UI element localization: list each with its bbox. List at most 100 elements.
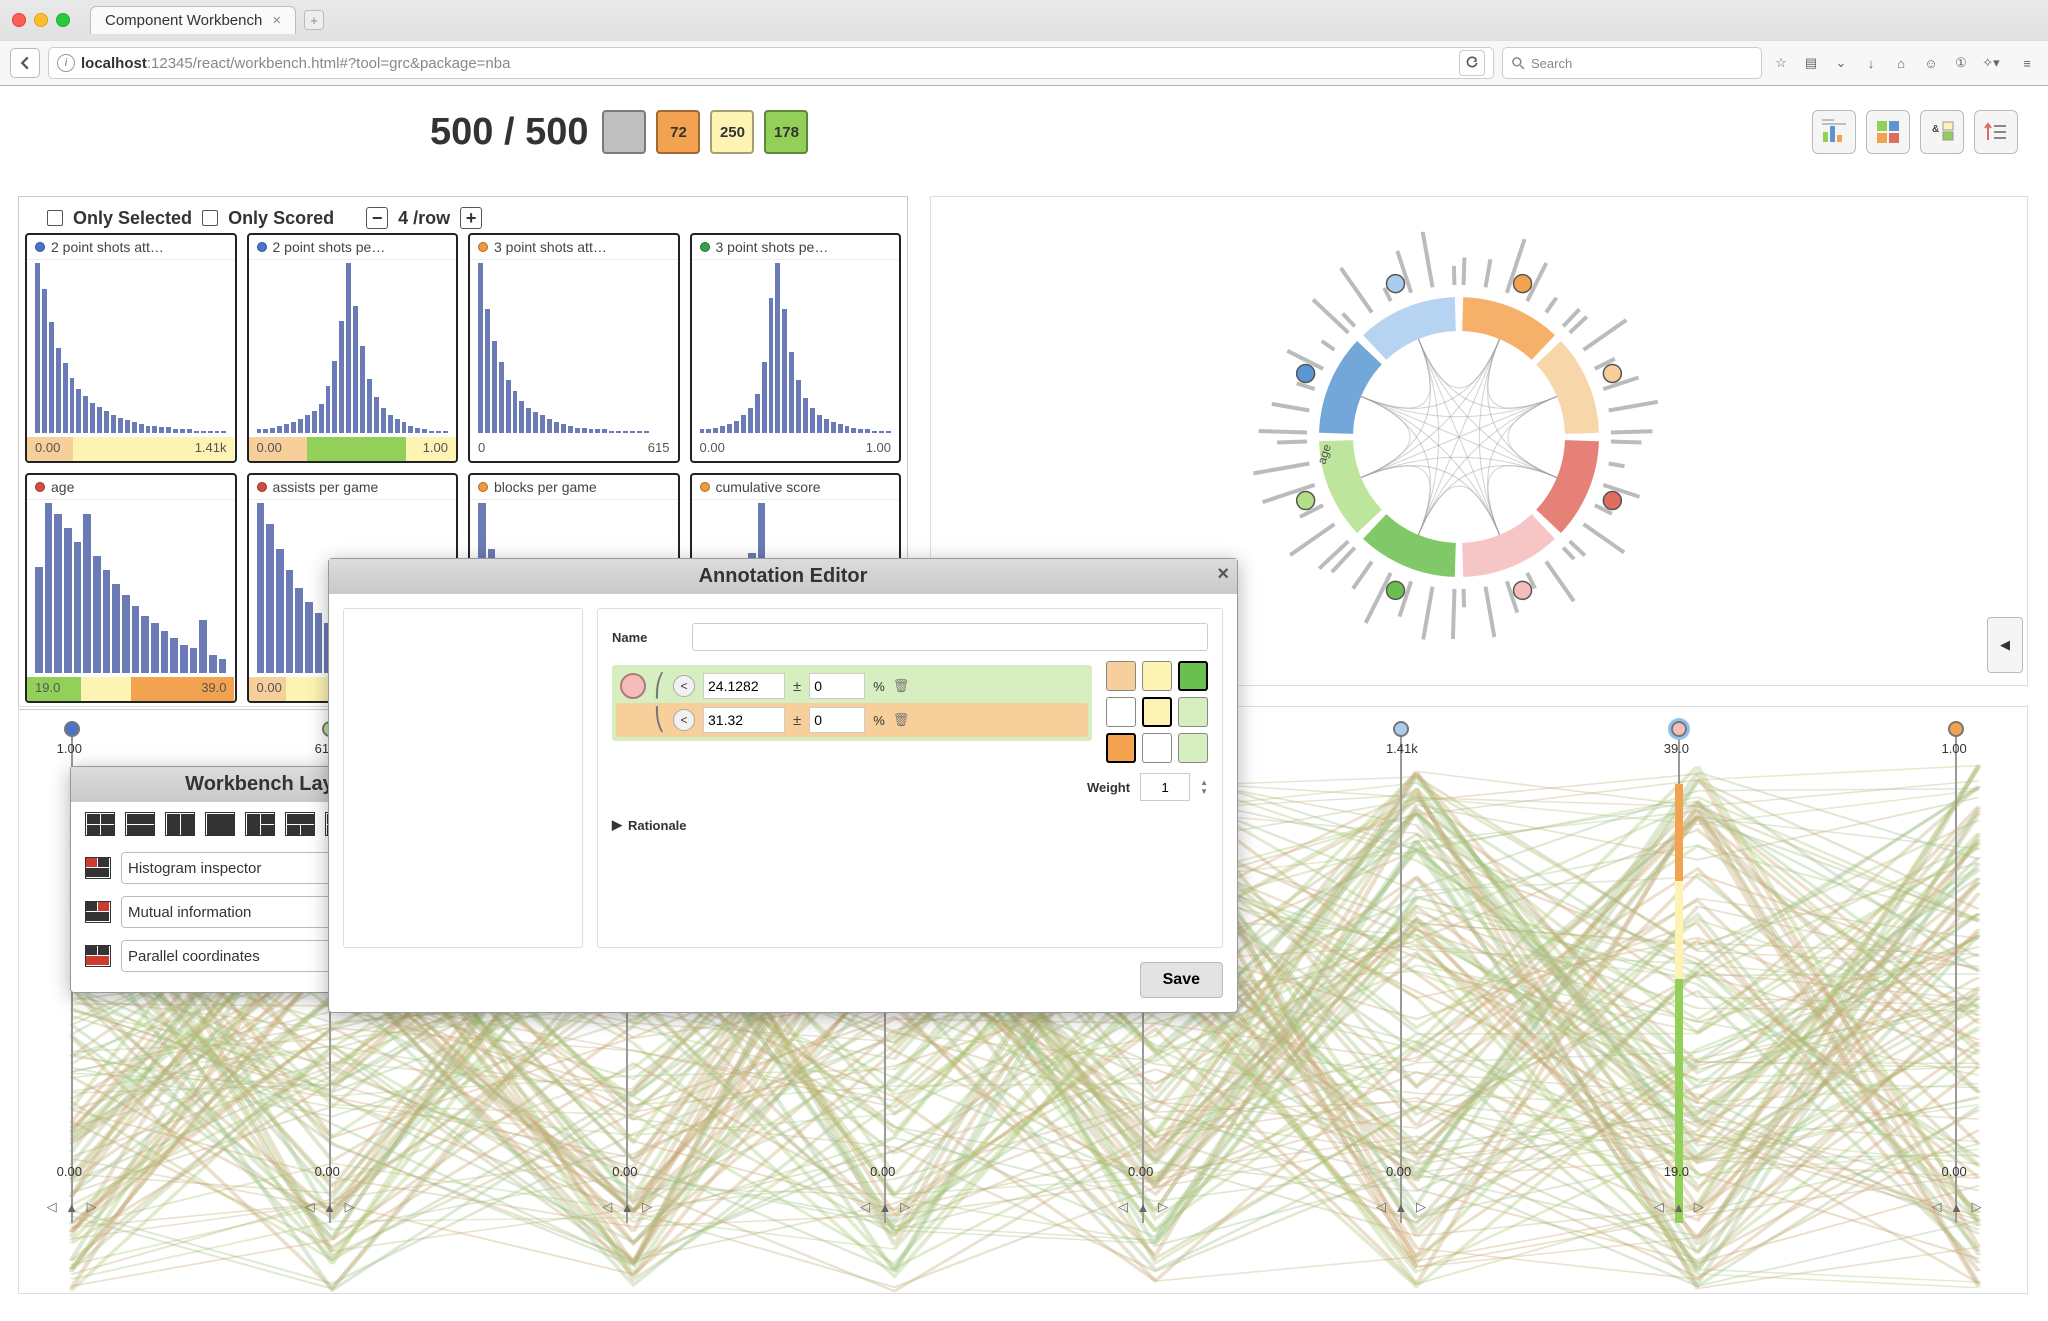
rule-value-input[interactable] — [703, 707, 785, 733]
panel-collapse-handle[interactable]: ◀ — [1987, 617, 2023, 673]
pc-axis-nav[interactable]: ◁▲▷ — [598, 1197, 656, 1217]
dialog-header[interactable]: Annotation Editor × — [329, 559, 1237, 594]
palette-swatch[interactable] — [1142, 661, 1172, 691]
pc-axis-dot[interactable] — [1393, 721, 1409, 737]
histogram-cell[interactable]: 2 point shots att…0.001.41k — [25, 233, 237, 463]
close-tab-icon[interactable]: × — [272, 12, 281, 29]
category-box-0[interactable] — [602, 110, 646, 154]
pc-axis-top-label: 39.0 — [1664, 741, 1689, 756]
weight-stepper[interactable]: ▲▼ — [1200, 778, 1208, 796]
decrease-per-row-button[interactable]: − — [366, 207, 388, 229]
rule-operator-button[interactable]: < — [673, 709, 695, 731]
rule-tolerance-input[interactable] — [809, 707, 865, 733]
layout-option[interactable] — [205, 812, 235, 836]
reload-button[interactable] — [1459, 50, 1485, 76]
tool-sort-icon[interactable] — [1974, 110, 2018, 154]
category-box-1[interactable]: 72 — [656, 110, 700, 154]
weight-input[interactable] — [1140, 773, 1190, 801]
palette-swatch[interactable] — [1106, 661, 1136, 691]
bookmark-star-icon[interactable]: ☆ — [1770, 52, 1792, 74]
slot-select-label: Histogram inspector — [128, 860, 261, 877]
tool-grid-icon[interactable] — [1866, 110, 1910, 154]
pc-axis-bottom-label: 0.00 — [1128, 1164, 1153, 1179]
histogram-cell[interactable]: age19.039.0 — [25, 473, 237, 703]
layout-option[interactable] — [245, 812, 275, 836]
pc-axis-dot[interactable] — [1948, 721, 1964, 737]
histogram-cell[interactable]: 2 point shots pe…0.001.00 — [247, 233, 459, 463]
toolbar-icons: ☆ ▤ ⌄ ↓ ⌂ ☺ ① ✧▾ ≡ — [1770, 52, 2038, 74]
pc-axis-nav[interactable]: ◁▲▷ — [1650, 1197, 1708, 1217]
view-tools: & — [1812, 110, 2018, 154]
pc-axis[interactable] — [1400, 735, 1402, 1223]
maximize-window-icon[interactable] — [56, 13, 70, 27]
pc-axis-bottom-label: 0.00 — [315, 1164, 340, 1179]
layout-option[interactable] — [165, 812, 195, 836]
annotation-list-pane[interactable] — [343, 608, 583, 948]
palette-swatch[interactable] — [1106, 697, 1136, 727]
pc-axis-nav[interactable]: ◁▲▷ — [856, 1197, 914, 1217]
search-placeholder: Search — [1531, 56, 1572, 71]
pc-axis-nav[interactable]: ◁▲▷ — [43, 1197, 101, 1217]
rationale-toggle[interactable]: ▶ Rationale — [612, 817, 1208, 833]
face-icon[interactable]: ☺ — [1920, 52, 1942, 74]
browser-tab[interactable]: Component Workbench × — [90, 6, 296, 34]
pocket-icon[interactable]: ⌄ — [1830, 52, 1852, 74]
category-box-2[interactable]: 250 — [710, 110, 754, 154]
pc-axis-bottom-label: 0.00 — [870, 1164, 895, 1179]
tool-histogram-icon[interactable] — [1812, 110, 1856, 154]
back-button[interactable] — [10, 48, 40, 78]
chord-diagram[interactable]: age — [1199, 197, 1759, 667]
pc-axis-nav[interactable]: ◁▲▷ — [1927, 1197, 1985, 1217]
minimize-window-icon[interactable] — [34, 13, 48, 27]
only-scored-checkbox[interactable] — [202, 210, 218, 226]
plus-minus-icon: ± — [793, 712, 801, 729]
addon-icon[interactable]: ✧▾ — [1980, 52, 2002, 74]
tool-annotate-icon[interactable]: & — [1920, 110, 1964, 154]
palette-swatch[interactable] — [1178, 697, 1208, 727]
increase-per-row-button[interactable]: + — [460, 207, 482, 229]
rule-row: ⎝ < ± % 🗑 — [616, 703, 1088, 737]
palette-swatch[interactable] — [1178, 733, 1208, 763]
palette-swatch[interactable] — [1142, 733, 1172, 763]
delete-rule-icon[interactable]: 🗑 — [893, 678, 910, 694]
palette-swatch[interactable] — [1142, 697, 1172, 727]
rationale-label: Rationale — [628, 818, 687, 833]
histogram-cell[interactable]: 3 point shots att…0615 — [468, 233, 680, 463]
pc-axis-top-label: 1.00 — [1941, 741, 1966, 756]
dialog-title: Annotation Editor — [699, 565, 868, 588]
weight-label: Weight — [1087, 780, 1130, 795]
svg-text:&: & — [1932, 124, 1939, 135]
delete-rule-icon[interactable]: 🗑 — [893, 712, 910, 728]
only-selected-checkbox[interactable] — [47, 210, 63, 226]
palette-swatch[interactable] — [1178, 661, 1208, 691]
reader-icon[interactable]: ▤ — [1800, 52, 1822, 74]
layout-option[interactable] — [85, 812, 115, 836]
menu-icon[interactable]: ≡ — [2016, 52, 2038, 74]
layout-option[interactable] — [285, 812, 315, 836]
palette-swatch[interactable] — [1106, 733, 1136, 763]
pc-axis-dot[interactable] — [64, 721, 80, 737]
home-icon[interactable]: ⌂ — [1890, 52, 1912, 74]
name-input[interactable] — [692, 623, 1208, 651]
address-bar[interactable]: i localhost:12345/react/workbench.html#?… — [48, 47, 1494, 79]
downloads-icon[interactable]: ↓ — [1860, 52, 1882, 74]
layout-option[interactable] — [125, 812, 155, 836]
close-window-icon[interactable] — [12, 13, 26, 27]
pc-axis-nav[interactable]: ◁▲▷ — [1114, 1197, 1172, 1217]
histogram-cell[interactable]: 3 point shots pe…0.001.00 — [690, 233, 902, 463]
pc-axis-nav[interactable]: ◁▲▷ — [1372, 1197, 1430, 1217]
category-box-3[interactable]: 178 — [764, 110, 808, 154]
save-button[interactable]: Save — [1140, 962, 1223, 998]
rule-tolerance-input[interactable] — [809, 673, 865, 699]
site-info-icon[interactable]: i — [57, 54, 75, 72]
close-dialog-icon[interactable]: × — [1217, 563, 1229, 586]
pc-axis[interactable] — [1955, 735, 1957, 1223]
new-tab-button[interactable]: + — [304, 10, 324, 30]
browser-search[interactable]: Search — [1502, 47, 1762, 79]
rule-operator-button[interactable]: < — [673, 675, 695, 697]
pc-axis-nav[interactable]: ◁▲▷ — [301, 1197, 359, 1217]
pc-axis-dot[interactable] — [1671, 721, 1687, 737]
pc-axis[interactable] — [1678, 735, 1680, 1223]
rule-value-input[interactable] — [703, 673, 785, 699]
info-icon[interactable]: ① — [1950, 52, 1972, 74]
